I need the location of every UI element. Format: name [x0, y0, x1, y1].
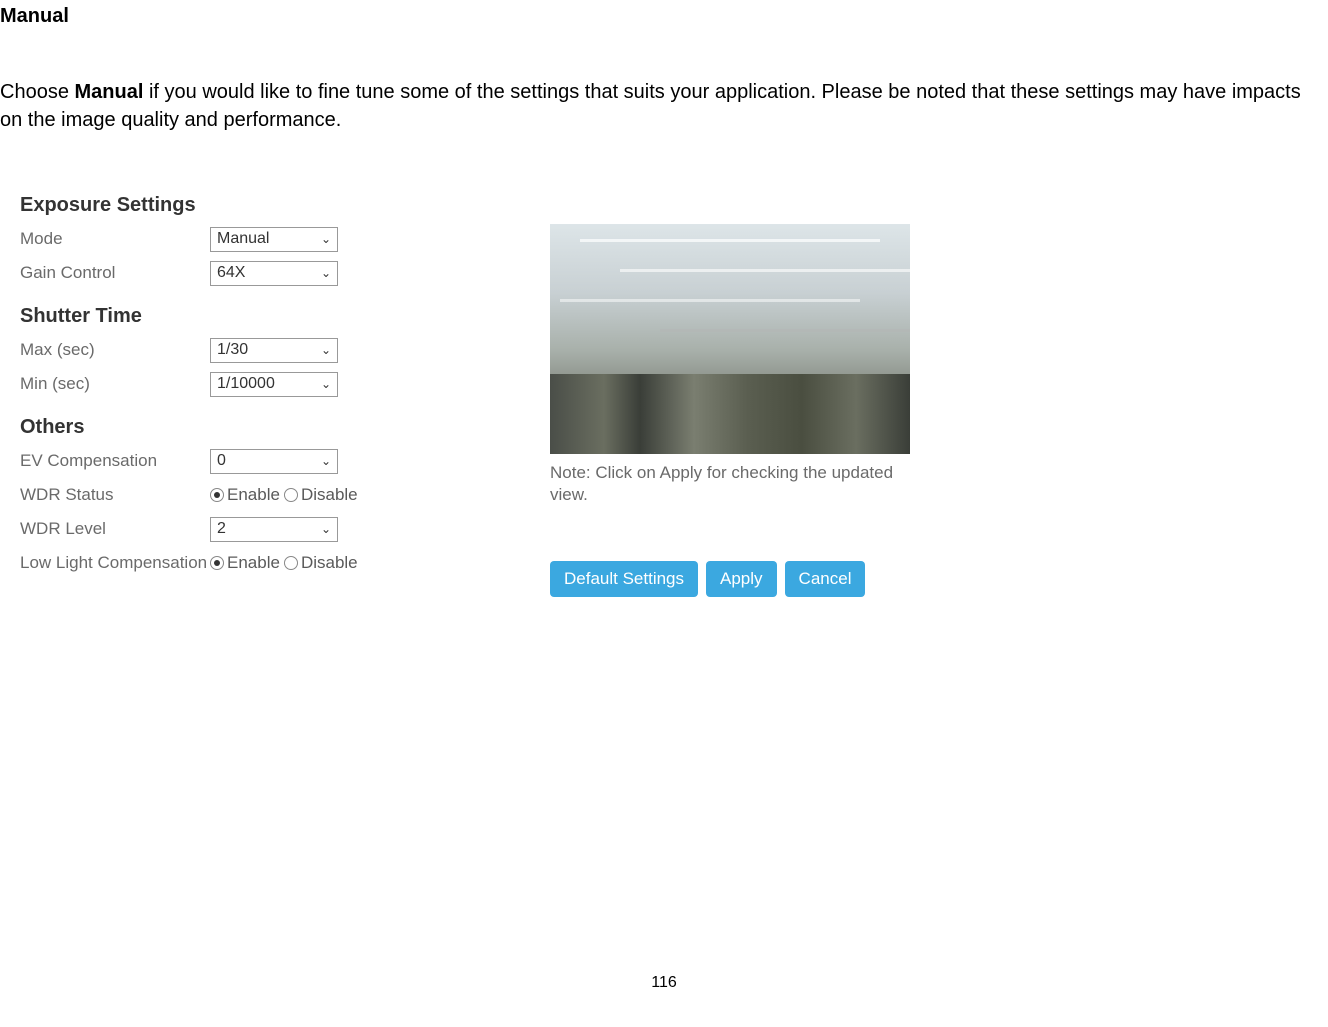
radio-icon	[210, 556, 224, 570]
chevron-down-icon: ⌄	[321, 377, 331, 391]
wdr-enable-radio[interactable]: Enable	[210, 485, 280, 505]
max-select[interactable]: 1/30 ⌄	[210, 338, 338, 363]
chevron-down-icon: ⌄	[321, 232, 331, 246]
low-light-disable-radio[interactable]: Disable	[284, 553, 358, 573]
wdr-level-label: WDR Level	[20, 519, 210, 539]
wdr-disable-radio[interactable]: Disable	[284, 485, 358, 505]
gain-select[interactable]: 64X ⌄	[210, 261, 338, 286]
chevron-down-icon: ⌄	[321, 266, 331, 280]
low-light-enable-label: Enable	[227, 553, 280, 573]
wdr-level-value: 2	[217, 520, 226, 538]
gain-value: 64X	[217, 264, 245, 282]
preview-panel: Note: Click on Apply for checking the up…	[550, 194, 920, 597]
max-value: 1/30	[217, 341, 248, 359]
ev-label: EV Compensation	[20, 451, 210, 471]
exposure-header: Exposure Settings	[20, 194, 420, 217]
cancel-button[interactable]: Cancel	[785, 561, 866, 597]
chevron-down-icon: ⌄	[321, 343, 331, 357]
low-light-label: Low Light Compensation	[20, 553, 210, 573]
others-header: Others	[20, 416, 420, 439]
preview-note: Note: Click on Apply for checking the up…	[550, 462, 920, 506]
wdr-enable-label: Enable	[227, 485, 280, 505]
mode-label: Mode	[20, 229, 210, 249]
ev-select[interactable]: 0 ⌄	[210, 449, 338, 474]
apply-button[interactable]: Apply	[706, 561, 777, 597]
page-number: 116	[651, 974, 677, 992]
intro-pre: Choose	[0, 81, 75, 103]
mode-value: Manual	[217, 230, 269, 248]
radio-icon	[210, 488, 224, 502]
wdr-status-label: WDR Status	[20, 485, 210, 505]
settings-panel: Exposure Settings Mode Manual ⌄ Gain Con…	[20, 194, 420, 597]
intro-paragraph: Choose Manual if you would like to fine …	[0, 78, 1328, 134]
default-settings-button[interactable]: Default Settings	[550, 561, 698, 597]
wdr-disable-label: Disable	[301, 485, 358, 505]
shutter-header: Shutter Time	[20, 305, 420, 328]
intro-bold: Manual	[75, 81, 144, 103]
wdr-level-select[interactable]: 2 ⌄	[210, 517, 338, 542]
chevron-down-icon: ⌄	[321, 454, 331, 468]
ev-value: 0	[217, 452, 226, 470]
low-light-disable-label: Disable	[301, 553, 358, 573]
min-select[interactable]: 1/10000 ⌄	[210, 372, 338, 397]
mode-select[interactable]: Manual ⌄	[210, 227, 338, 252]
chevron-down-icon: ⌄	[321, 522, 331, 536]
min-value: 1/10000	[217, 375, 275, 393]
page-title: Manual	[0, 0, 1328, 28]
radio-icon	[284, 488, 298, 502]
max-label: Max (sec)	[20, 340, 210, 360]
low-light-enable-radio[interactable]: Enable	[210, 553, 280, 573]
radio-icon	[284, 556, 298, 570]
min-label: Min (sec)	[20, 374, 210, 394]
preview-image	[550, 224, 910, 454]
gain-label: Gain Control	[20, 263, 210, 283]
intro-post: if you would like to fine tune some of t…	[0, 81, 1301, 131]
